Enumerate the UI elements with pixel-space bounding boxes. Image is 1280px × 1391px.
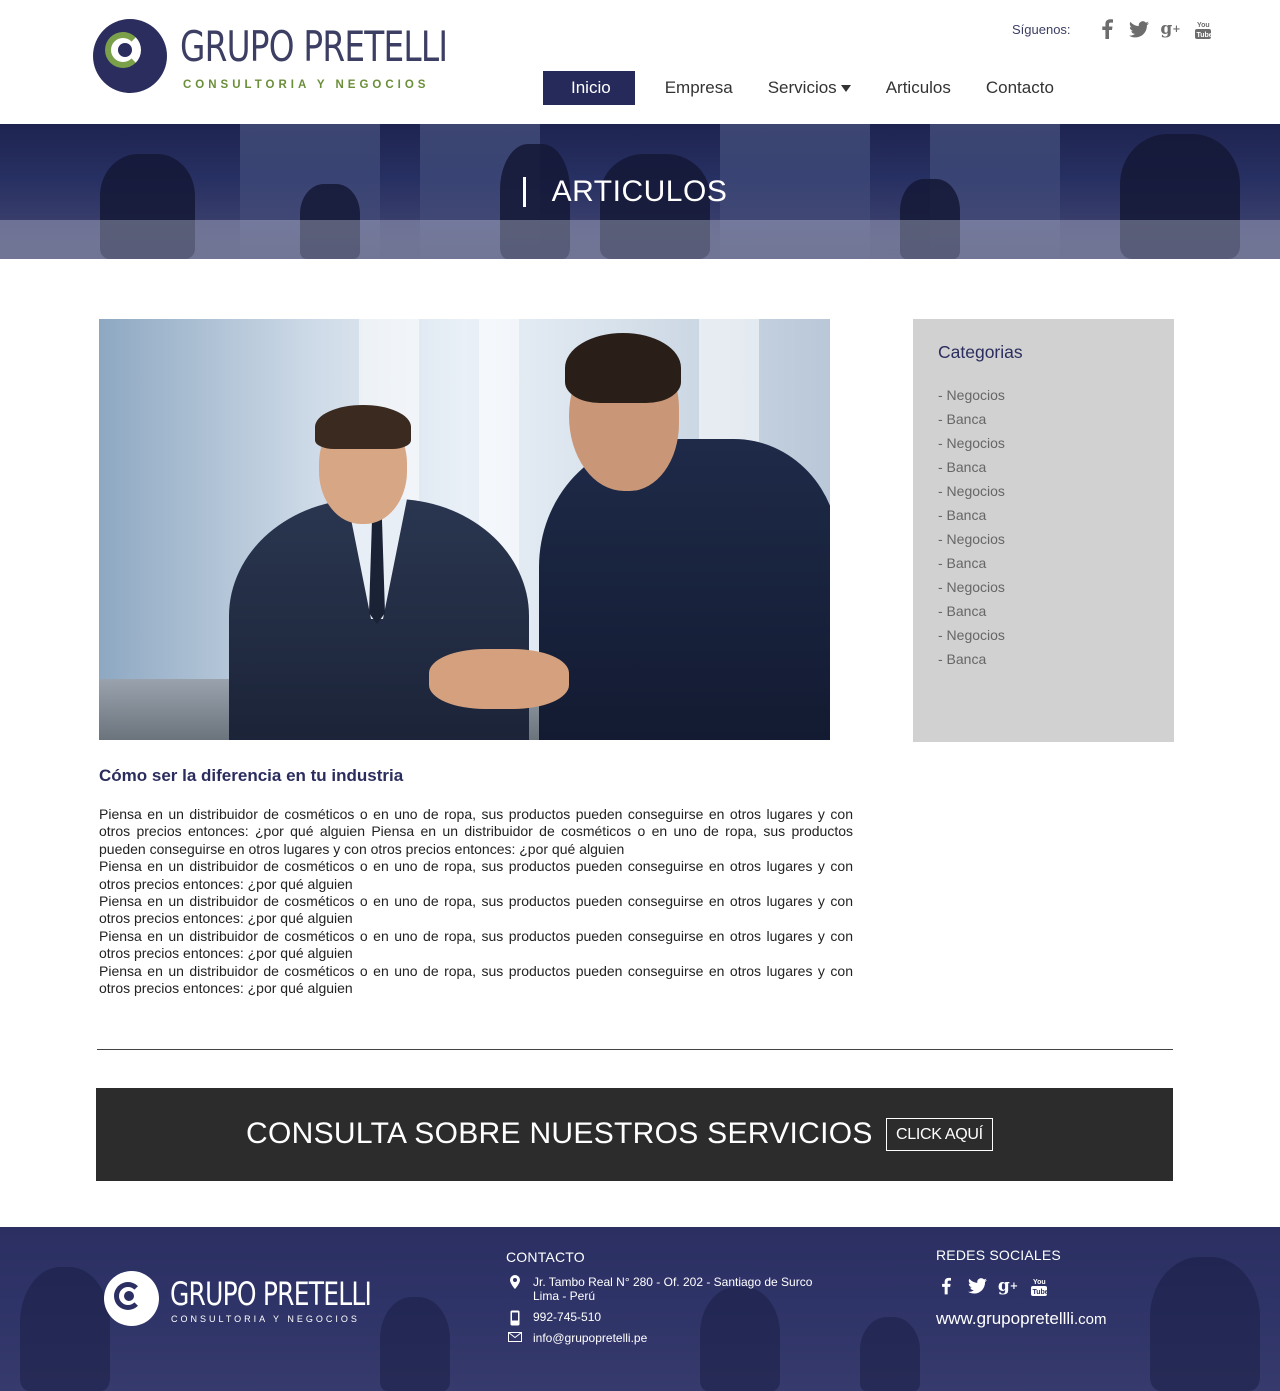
footer-logo[interactable]: GRUPO PRETELLI CONSULTORIA Y NEGOCIOS [104, 1271, 372, 1331]
categories-list: - Negocios - Banca - Negocios - Banca - … [938, 387, 1005, 675]
youtube-icon[interactable]: You Tube [1029, 1276, 1049, 1296]
google-plus-icon[interactable]: g + [998, 1276, 1018, 1296]
footer-social: REDES SOCIALES g + You Tube www.grupoprete… [936, 1247, 1106, 1329]
email-link[interactable]: info@grupopretelli.pe [533, 1331, 647, 1345]
category-link[interactable]: - Negocios [938, 483, 1005, 507]
category-link[interactable]: - Negocios [938, 387, 1005, 411]
site-logo[interactable]: GRUPO PRETELLI CONSULTORIA Y NEGOCIOS [93, 18, 448, 98]
nav-item-contacto[interactable]: Contacto [986, 71, 1054, 105]
category-link[interactable]: - Banca [938, 651, 1005, 675]
website-link[interactable]: www.grupopretellli.com [936, 1309, 1106, 1329]
article-paragraph: Piensa en un distribuidor de cosméticos … [99, 893, 853, 927]
category-link[interactable]: - Negocios [938, 579, 1005, 603]
category-link[interactable]: - Banca [938, 411, 1005, 435]
footer-social-icons: g + You Tube [936, 1275, 1106, 1297]
logo-mark-icon [93, 19, 167, 93]
facebook-icon[interactable] [936, 1276, 956, 1296]
svg-text:You: You [1197, 22, 1210, 29]
envelope-icon [508, 1331, 522, 1345]
footer-address: Jr. Tambo Real N° 280 - Of. 202 - Santia… [506, 1275, 836, 1303]
youtube-icon[interactable]: You Tube [1193, 19, 1213, 39]
categories-sidebar: Categorias - Negocios - Banca - Negocios… [913, 319, 1174, 742]
section-divider [97, 1049, 1173, 1050]
article-paragraph: Piensa en un distribuidor de cosméticos … [99, 858, 853, 892]
logo-tagline: CONSULTORIA Y NEGOCIOS [183, 79, 430, 91]
address-line-2: Lima - Perú [533, 1289, 596, 1303]
phone-number[interactable]: 992-745-510 [533, 1310, 601, 1324]
header-social: Síguenos: g + You Tube [1012, 18, 1213, 40]
twitter-icon[interactable] [967, 1276, 987, 1296]
article-title: Cómo ser la diferencia en tu industria [99, 766, 404, 785]
article-image [99, 319, 830, 740]
category-link[interactable]: - Negocios [938, 531, 1005, 555]
categories-title: Categorias [938, 342, 1023, 362]
svg-text:Tube: Tube [1196, 32, 1211, 39]
category-link[interactable]: - Negocios [938, 435, 1005, 459]
page-banner: ARTICULOS [0, 124, 1280, 259]
category-link[interactable]: - Banca [938, 555, 1005, 579]
footer-contact-title: CONTACTO [506, 1249, 585, 1265]
footer-email: info@grupopretelli.pe [506, 1331, 836, 1345]
footer-logo-tagline: CONSULTORIA Y NEGOCIOS [171, 1314, 360, 1324]
logo-name: GRUPO PRETELLI [180, 22, 448, 71]
banner-title: ARTICULOS [0, 124, 1280, 259]
twitter-icon[interactable] [1128, 19, 1149, 39]
footer-logo-mark-icon [104, 1271, 159, 1326]
category-link[interactable]: - Banca [938, 459, 1005, 483]
category-link[interactable]: - Banca [938, 507, 1005, 531]
nav-item-inicio[interactable]: Inicio [543, 71, 635, 105]
website-domain: www.grupopretellli [936, 1309, 1074, 1328]
article-body: Piensa en un distribuidor de cosméticos … [99, 806, 853, 997]
site-footer: GRUPO PRETELLI CONSULTORIA Y NEGOCIOS CO… [0, 1227, 1280, 1391]
nav-item-empresa[interactable]: Empresa [665, 71, 733, 105]
address-line-1: Jr. Tambo Real N° 280 - Of. 202 - Santia… [533, 1275, 813, 1289]
cta-button[interactable]: CLICK AQUÍ [886, 1118, 993, 1151]
nav-item-servicios-label: Servicios [767, 78, 837, 97]
footer-logo-name: GRUPO PRETELLI [170, 1275, 372, 1313]
article-paragraph: Piensa en un distribuidor de cosméticos … [99, 962, 853, 997]
footer-contact: CONTACTO Jr. Tambo Real N° 280 - Of. 202… [506, 1249, 836, 1352]
footer-social-title: REDES SOCIALES [936, 1247, 1061, 1263]
caret-down-icon [840, 85, 851, 93]
nav-item-servicios[interactable]: Servicios [768, 71, 851, 105]
site-header: GRUPO PRETELLI CONSULTORIA Y NEGOCIOS Sí… [0, 0, 1280, 124]
cta-text: CONSULTA SOBRE NUESTROS SERVICIOS [246, 1117, 873, 1150]
social-label: Síguenos: [1012, 21, 1071, 37]
phone-icon [508, 1310, 522, 1326]
footer-phone: 992-745-510 [506, 1310, 836, 1326]
google-plus-icon[interactable]: g + [1160, 19, 1180, 39]
category-link[interactable]: - Negocios [938, 627, 1005, 651]
article-paragraph: Piensa en un distribuidor de cosméticos … [99, 806, 853, 857]
svg-text:Tube: Tube [1033, 1289, 1048, 1296]
title-bar-divider [522, 176, 526, 207]
nav-item-articulos[interactable]: Articulos [886, 71, 951, 105]
page-title: ARTICULOS [551, 174, 728, 208]
svg-text:You: You [1033, 1279, 1046, 1286]
article-paragraph: Piensa en un distribuidor de cosméticos … [99, 927, 853, 962]
website-tld: .com [1073, 1311, 1107, 1328]
main-nav: Inicio Empresa Servicios Articulos Conta… [543, 71, 1089, 105]
cta-banner: CONSULTA SOBRE NUESTROS SERVICIOS CLICK … [96, 1088, 1173, 1181]
category-link[interactable]: - Banca [938, 603, 1005, 627]
location-pin-icon [508, 1275, 522, 1289]
facebook-icon[interactable] [1097, 19, 1117, 39]
